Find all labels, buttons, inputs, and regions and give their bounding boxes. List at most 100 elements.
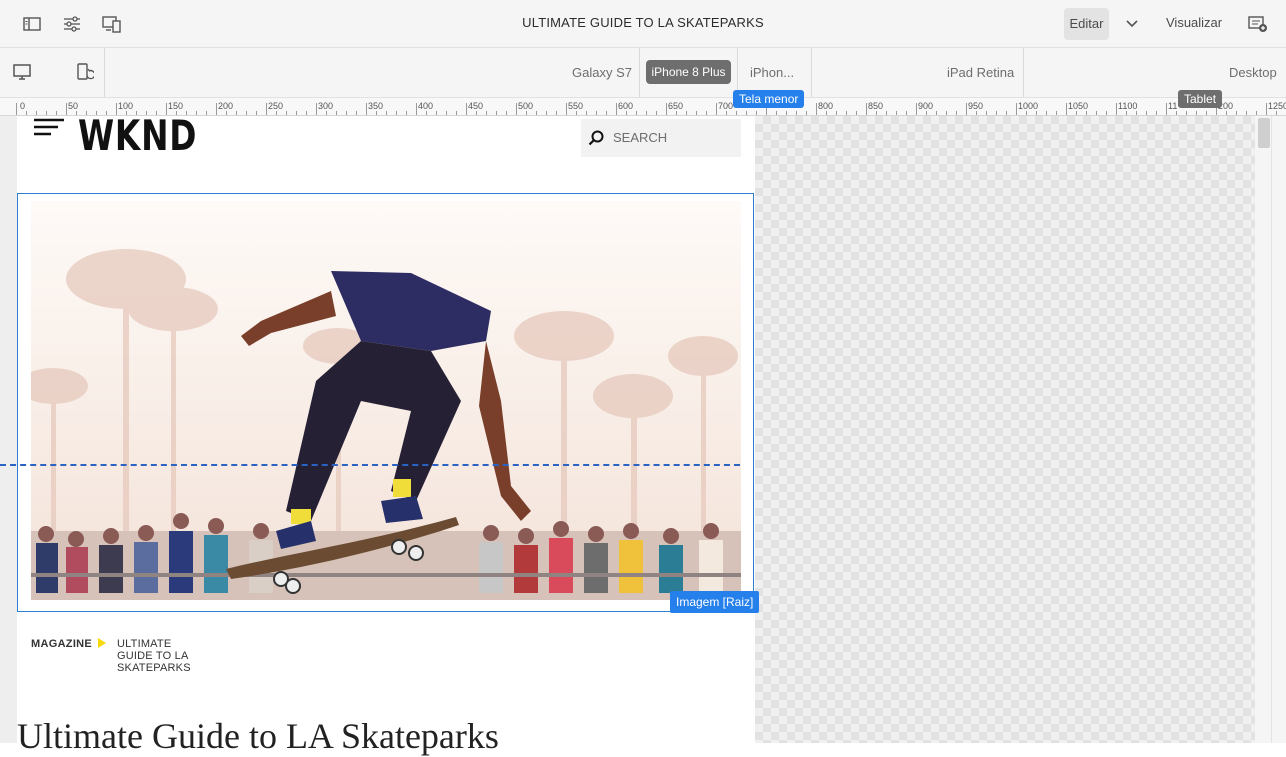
ruler-tick <box>736 111 737 115</box>
ruler-tick <box>1036 111 1037 115</box>
ruler-tick <box>246 111 247 115</box>
ruler-tick <box>316 103 317 115</box>
ruler-tick <box>836 111 837 115</box>
article-heading: Ultimate Guide to LA Skateparks <box>17 716 499 756</box>
ruler-tick <box>436 111 437 115</box>
desktop-icon[interactable] <box>10 60 34 84</box>
ruler-tick <box>1126 111 1127 115</box>
ruler-tick <box>476 111 477 115</box>
ruler-label: 450 <box>468 101 484 111</box>
device-iphone-8-plus[interactable]: iPhone 8 Plus <box>646 60 731 84</box>
ruler-label: 200 <box>218 101 234 111</box>
ruler-tick <box>846 111 847 115</box>
ruler-tick <box>126 111 127 115</box>
ruler-tick <box>406 111 407 115</box>
ruler-label: 500 <box>518 101 534 111</box>
ruler-label: 1250 <box>1268 101 1286 111</box>
device-bar: Galaxy S7 iPhone 8 Plus iPhon... iPad Re… <box>0 48 1286 98</box>
menu-icon[interactable] <box>34 118 64 143</box>
ruler-tick <box>1016 103 1017 115</box>
ruler-tick <box>446 111 447 115</box>
device-desktop[interactable]: Desktop <box>1229 65 1277 80</box>
ruler-tick <box>1206 111 1207 115</box>
breadcrumb-magazine[interactable]: MAGAZINE <box>31 638 92 650</box>
ruler-tick <box>1256 111 1257 115</box>
ruler-tick <box>696 111 697 115</box>
search-placeholder: SEARCH <box>613 130 668 145</box>
ruler-tick <box>516 103 517 115</box>
preview-button[interactable]: Visualizar <box>1166 15 1222 30</box>
ruler-tick <box>356 111 357 115</box>
ruler-tick <box>866 103 867 115</box>
ruler-tick <box>996 111 997 115</box>
ruler-tick <box>1156 111 1157 115</box>
ruler-tick <box>486 111 487 115</box>
ruler-label: 11 <box>1168 101 1178 111</box>
ruler-tick <box>1236 111 1237 115</box>
ruler-tick <box>296 111 297 115</box>
ruler-tick <box>1276 111 1277 115</box>
ruler-tick <box>1196 111 1197 115</box>
chevron-down-icon[interactable] <box>1122 14 1142 34</box>
ruler-tick <box>236 111 237 115</box>
ruler-tick <box>76 111 77 115</box>
ruler-label: 1000 <box>1018 101 1039 111</box>
ruler-tick <box>206 111 207 115</box>
ruler-tick <box>276 111 277 115</box>
ruler-tick <box>1146 111 1147 115</box>
ruler-tick <box>1226 111 1227 115</box>
ruler-label: 250 <box>268 101 284 111</box>
ruler-tick <box>56 111 57 115</box>
ruler-label: 100 <box>118 101 134 111</box>
ruler-tick <box>786 111 787 115</box>
ruler-tick <box>626 111 627 115</box>
rotate-device-icon[interactable] <box>72 60 96 84</box>
ruler-tick <box>1186 111 1187 115</box>
ruler-tick <box>1076 111 1077 115</box>
annotations-icon[interactable] <box>1246 12 1270 36</box>
ruler-label: 600 <box>618 101 634 111</box>
ruler-tick <box>576 111 577 115</box>
ruler-tick <box>1096 111 1097 115</box>
ruler-tick <box>986 111 987 115</box>
ruler-tick <box>976 111 977 115</box>
ruler-tick <box>656 111 657 115</box>
device-ipad-retina[interactable]: iPad Retina <box>947 65 1014 80</box>
ruler-tick <box>1026 111 1027 115</box>
ruler-tick <box>156 111 157 115</box>
ruler-tick <box>816 103 817 115</box>
ruler-tick <box>546 111 547 115</box>
ruler-tick <box>116 103 117 115</box>
ruler-tick <box>266 103 267 115</box>
device-galaxy-s7[interactable]: Galaxy S7 <box>572 65 632 80</box>
ruler-label: 850 <box>868 101 884 111</box>
site-logo[interactable]: WKND <box>78 116 197 157</box>
search-box[interactable]: SEARCH <box>581 119 741 157</box>
ruler-tick <box>966 103 967 115</box>
image-component-badge[interactable]: Imagem [Raiz] <box>670 591 760 613</box>
canvas-gutter <box>0 116 17 743</box>
ruler-tick <box>376 111 377 115</box>
ruler-tick <box>166 103 167 115</box>
ruler-tick <box>86 111 87 115</box>
breakpoint-marker-tablet[interactable]: Tablet <box>1178 90 1223 108</box>
hero-image[interactable] <box>31 201 741 600</box>
ruler-label: 1100 <box>1118 101 1138 111</box>
ruler-label: 300 <box>318 101 334 111</box>
ruler-tick <box>876 111 877 115</box>
device-iphone[interactable]: iPhon... <box>750 65 794 80</box>
ruler-tick <box>456 111 457 115</box>
edit-mode-button[interactable]: Editar <box>1064 8 1109 40</box>
ruler-tick <box>1176 111 1177 115</box>
ruler-tick <box>526 111 527 115</box>
ruler-tick <box>896 111 897 115</box>
ruler-tick <box>826 111 827 115</box>
ruler-tick <box>936 111 937 115</box>
ruler-tick <box>956 111 957 115</box>
ruler-tick <box>176 111 177 115</box>
scrollbar-thumb[interactable] <box>1258 118 1270 148</box>
ruler-tick <box>106 111 107 115</box>
ruler-tick <box>716 103 717 115</box>
ruler-tick <box>466 103 467 115</box>
breakpoint-marker-small[interactable]: Tela menor <box>733 90 805 108</box>
